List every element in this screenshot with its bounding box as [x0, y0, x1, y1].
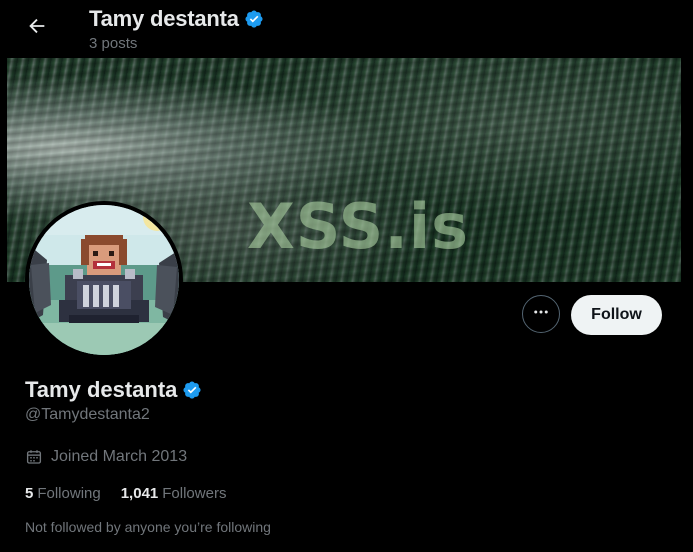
followers-label: Followers [162, 485, 227, 502]
verified-badge-icon[interactable] [182, 380, 202, 400]
banner-watermark: XSS.is [247, 190, 470, 263]
joined-date: Joined March 2013 [51, 448, 188, 465]
followers-link[interactable]: 1,041 Followers [121, 485, 227, 502]
calendar-icon [25, 448, 43, 466]
follow-stats: 5 Following 1,041 Followers [25, 485, 226, 502]
arrow-left-icon [26, 15, 48, 42]
avatar[interactable] [25, 201, 183, 359]
post-count: 3 posts [89, 35, 138, 52]
verified-badge-icon[interactable] [244, 9, 264, 29]
top-bar: Tamy destanta 3 posts [0, 0, 693, 58]
more-options-button[interactable] [522, 295, 560, 333]
following-label: Following [37, 485, 101, 502]
follow-button[interactable]: Follow [571, 295, 662, 335]
following-count: 5 [25, 485, 34, 502]
back-button[interactable] [22, 13, 52, 43]
header-name: Tamy destanta [89, 6, 239, 31]
joined-date-row: Joined March 2013 [25, 448, 187, 466]
profile-name: Tamy destanta [25, 377, 178, 402]
profile-handle: @Tamydestanta2 [25, 406, 150, 423]
profile-name-row: Tamy destanta [25, 376, 202, 404]
followers-count: 1,041 [120, 485, 159, 502]
following-link[interactable]: 5 Following [25, 485, 101, 502]
header-title-row: Tamy destanta [89, 5, 264, 33]
more-horizontal-icon [532, 303, 550, 326]
mutual-followers-note: Not followed by anyone you’re following [25, 519, 271, 535]
